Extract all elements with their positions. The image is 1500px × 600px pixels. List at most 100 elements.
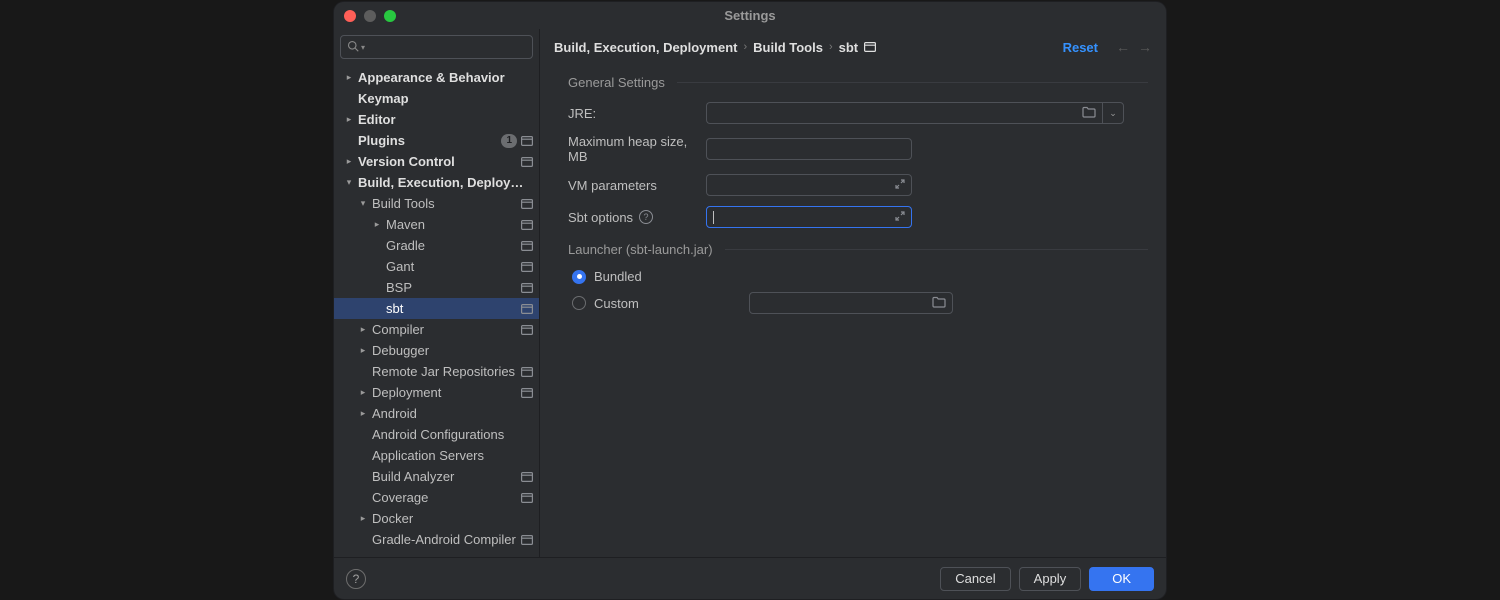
chevron-right-icon: ▸ — [358, 324, 368, 335]
chevron-down-icon: ▾ — [344, 177, 354, 188]
tree-item-deployment[interactable]: ▸ Deployment — [334, 382, 539, 403]
settings-search[interactable]: ▾ — [340, 35, 533, 59]
window-maximize-button[interactable] — [384, 10, 396, 22]
chevron-right-icon: ▸ — [358, 387, 368, 398]
project-scope-icon — [521, 199, 533, 209]
expand-icon[interactable] — [889, 211, 905, 224]
tree-item-label: Gradle-Android Compiler — [372, 532, 521, 547]
help-button[interactable]: ? — [346, 569, 366, 589]
project-scope-icon — [521, 136, 533, 146]
chevron-down-icon: ▾ — [361, 43, 365, 52]
tree-item-keymap[interactable]: ▸Keymap — [334, 88, 539, 109]
project-scope-icon — [521, 367, 533, 377]
launcher-custom-option[interactable]: Custom — [568, 292, 1148, 314]
tree-item-build-tools[interactable]: ▾Build Tools — [334, 193, 539, 214]
project-scope-icon — [521, 325, 533, 335]
tree-item-label: Coverage — [372, 490, 521, 505]
radio-icon — [572, 296, 586, 310]
max-heap-input[interactable] — [706, 138, 912, 160]
project-scope-icon — [521, 493, 533, 503]
tree-item-label: Build, Execution, Deployment — [358, 175, 533, 190]
ok-button[interactable]: OK — [1089, 567, 1154, 591]
jre-field[interactable] — [706, 102, 1102, 124]
tree-item-gant[interactable]: ▸Gant — [334, 256, 539, 277]
help-icon[interactable]: ? — [639, 210, 653, 224]
sbt-options-label: Sbt options ? — [568, 210, 706, 225]
tree-item-label: Application Servers — [372, 448, 533, 463]
tree-item-label: sbt — [386, 301, 521, 316]
breadcrumb: Build, Execution, Deployment › Build Too… — [554, 40, 1057, 55]
tree-item-label: Editor — [358, 112, 533, 127]
chevron-down-icon: ▾ — [358, 198, 368, 209]
expand-icon[interactable] — [889, 179, 905, 192]
tree-item-remote-jar-repositories[interactable]: ▸Remote Jar Repositories — [334, 361, 539, 382]
sbt-options-input[interactable] — [706, 206, 912, 228]
vm-params-label: VM parameters — [568, 178, 706, 193]
settings-window: Settings ▾ ▸Appearance & Behavior▸Keymap… — [334, 2, 1166, 599]
cancel-button[interactable]: Cancel — [940, 567, 1010, 591]
tree-item-android[interactable]: ▸Android — [334, 403, 539, 424]
nav-back-icon[interactable]: ← — [1116, 39, 1130, 55]
section-general-settings: General Settings — [568, 75, 1148, 90]
launcher-bundled-option[interactable]: Bundled — [568, 269, 1148, 284]
search-input[interactable] — [367, 40, 526, 54]
tree-item-appearance-behavior[interactable]: ▸ Appearance & Behavior — [334, 67, 539, 88]
jre-dropdown-button[interactable]: ⌄ — [1102, 102, 1124, 124]
tree-item-label: Maven — [386, 217, 521, 232]
project-scope-icon — [521, 220, 533, 230]
tree-item-build-execution-deployment[interactable]: ▾ Build, Execution, Deployment — [334, 172, 539, 193]
tree-item-compiler[interactable]: ▸ Compiler — [334, 319, 539, 340]
project-scope-icon — [521, 283, 533, 293]
tree-item-build-analyzer[interactable]: ▸Build Analyzer — [334, 466, 539, 487]
nav-forward-icon[interactable]: → — [1138, 39, 1152, 55]
tree-item-label: Gradle — [386, 238, 521, 253]
update-count-badge: 1 — [501, 134, 517, 148]
settings-tree[interactable]: ▸ Appearance & Behavior ▸Keymap ▸ Editor ▸Plu… — [334, 65, 539, 557]
tree-item-editor[interactable]: ▸ Editor — [334, 109, 539, 130]
custom-launcher-path-input[interactable] — [749, 292, 953, 314]
folder-icon[interactable] — [932, 296, 946, 311]
tree-item-plugins[interactable]: ▸Plugins1 — [334, 130, 539, 151]
tree-item-debugger[interactable]: ▸Debugger — [334, 340, 539, 361]
search-icon — [347, 40, 359, 55]
chevron-right-icon: ▸ — [358, 345, 368, 356]
reset-button[interactable]: Reset — [1063, 40, 1098, 55]
text-caret — [713, 211, 714, 224]
tree-item-coverage[interactable]: ▸Coverage — [334, 487, 539, 508]
project-scope-icon — [521, 535, 533, 545]
tree-item-label: Deployment — [372, 385, 521, 400]
tree-item-label: Android — [372, 406, 533, 421]
tree-item-label: Build Analyzer — [372, 469, 521, 484]
radio-icon — [572, 270, 586, 284]
tree-item-android-configurations[interactable]: ▸Android Configurations — [334, 424, 539, 445]
tree-item-sbt[interactable]: ▸sbt — [334, 298, 539, 319]
vm-parameters-input[interactable] — [706, 174, 912, 196]
apply-button[interactable]: Apply — [1019, 567, 1082, 591]
jre-label: JRE: — [568, 106, 706, 121]
tree-item-gradle-android-compiler[interactable]: ▸Gradle-Android Compiler — [334, 529, 539, 550]
tree-item-label: Compiler — [372, 322, 521, 337]
chevron-right-icon: ▸ — [358, 513, 368, 524]
project-scope-icon — [521, 304, 533, 314]
chevron-right-icon: › — [743, 41, 747, 53]
tree-item-gradle[interactable]: ▸Gradle — [334, 235, 539, 256]
radio-label: Custom — [594, 296, 639, 311]
chevron-right-icon: › — [829, 41, 833, 53]
window-minimize-button[interactable] — [364, 10, 376, 22]
window-close-button[interactable] — [344, 10, 356, 22]
tree-item-bsp[interactable]: ▸BSP — [334, 277, 539, 298]
breadcrumb-item[interactable]: Build Tools — [753, 40, 823, 55]
tree-item-label: Appearance & Behavior — [358, 70, 533, 85]
chevron-right-icon: ▸ — [344, 156, 354, 167]
tree-item-maven[interactable]: ▸Maven — [334, 214, 539, 235]
breadcrumb-item[interactable]: Build, Execution, Deployment — [554, 40, 737, 55]
settings-main: Build, Execution, Deployment › Build Too… — [540, 29, 1166, 557]
tree-item-label: Gant — [386, 259, 521, 274]
chevron-right-icon: ▸ — [344, 114, 354, 125]
tree-item-version-control[interactable]: ▸Version Control — [334, 151, 539, 172]
settings-footer: ? Cancel Apply OK — [334, 557, 1166, 599]
chevron-right-icon: ▸ — [344, 72, 354, 83]
radio-label: Bundled — [594, 269, 642, 284]
tree-item-docker[interactable]: ▸Docker — [334, 508, 539, 529]
tree-item-application-servers[interactable]: ▸Application Servers — [334, 445, 539, 466]
